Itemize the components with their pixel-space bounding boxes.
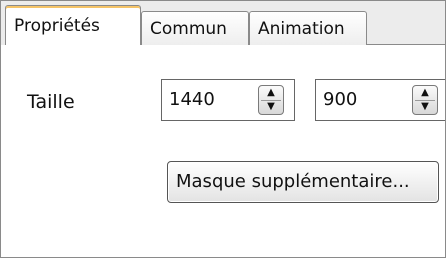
- extra-mask-button[interactable]: Masque supplémentaire...: [167, 161, 439, 203]
- height-increment-arrow-icon[interactable]: ▲: [417, 87, 433, 99]
- height-spin-buttons: ▲ ▼: [412, 85, 438, 115]
- tab-commun[interactable]: Commun: [141, 11, 249, 45]
- height-decrement-arrow-icon[interactable]: ▼: [417, 101, 433, 113]
- height-value[interactable]: 900: [323, 80, 357, 120]
- tab-animation-label: Animation: [258, 19, 345, 39]
- width-decrement-arrow-icon[interactable]: ▼: [263, 101, 279, 113]
- width-spinbox[interactable]: 1440 ▲ ▼: [161, 79, 295, 121]
- size-label: Taille: [27, 91, 75, 113]
- height-spinbox[interactable]: 900 ▲ ▼: [315, 79, 445, 121]
- properties-panel: Propriétés Commun Animation Taille 1440 …: [0, 0, 446, 258]
- tab-proprietes-label: Propriétés: [14, 16, 100, 36]
- width-increment-arrow-icon[interactable]: ▲: [263, 87, 279, 99]
- width-spin-buttons: ▲ ▼: [258, 85, 284, 115]
- tab-proprietes[interactable]: Propriétés: [5, 5, 141, 45]
- tab-commun-label: Commun: [150, 19, 227, 39]
- tab-animation[interactable]: Animation: [249, 11, 367, 45]
- width-value[interactable]: 1440: [169, 80, 215, 120]
